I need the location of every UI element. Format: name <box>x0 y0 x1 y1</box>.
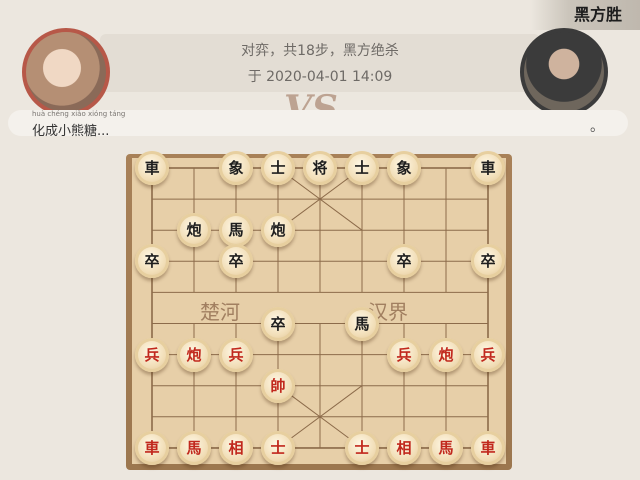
red-piece[interactable]: 兵 <box>387 337 421 372</box>
black-piece[interactable]: 卒 <box>261 306 295 341</box>
red-piece[interactable]: 帥 <box>261 368 295 403</box>
black-piece[interactable]: 炮 <box>261 213 295 248</box>
black-piece[interactable]: 車 <box>135 151 169 185</box>
red-piece[interactable]: 士 <box>261 430 295 465</box>
black-piece[interactable]: 象 <box>387 151 421 185</box>
black-piece[interactable]: 士 <box>261 151 295 185</box>
red-piece[interactable]: 兵 <box>219 337 253 372</box>
red-piece[interactable]: 馬 <box>177 430 211 465</box>
black-piece[interactable]: 炮 <box>177 213 211 248</box>
board-grid <box>151 167 489 449</box>
river-label-chu: 楚河 <box>200 300 240 324</box>
red-piece[interactable]: 車 <box>471 430 505 465</box>
black-piece[interactable]: 将 <box>303 151 337 185</box>
black-piece[interactable]: 馬 <box>345 306 379 341</box>
black-piece[interactable]: 車 <box>471 151 505 185</box>
black-piece[interactable]: 士 <box>345 151 379 185</box>
red-piece[interactable]: 炮 <box>177 337 211 372</box>
black-piece[interactable]: 象 <box>219 151 253 185</box>
red-piece[interactable]: 相 <box>219 430 253 465</box>
red-piece[interactable]: 兵 <box>135 337 169 372</box>
red-piece[interactable]: 兵 <box>471 337 505 372</box>
red-piece[interactable]: 士 <box>345 430 379 465</box>
red-piece[interactable]: 炮 <box>429 337 463 372</box>
black-piece[interactable]: 馬 <box>219 213 253 248</box>
red-piece[interactable]: 車 <box>135 430 169 465</box>
red-piece[interactable]: 相 <box>387 430 421 465</box>
red-piece[interactable]: 馬 <box>429 430 463 465</box>
